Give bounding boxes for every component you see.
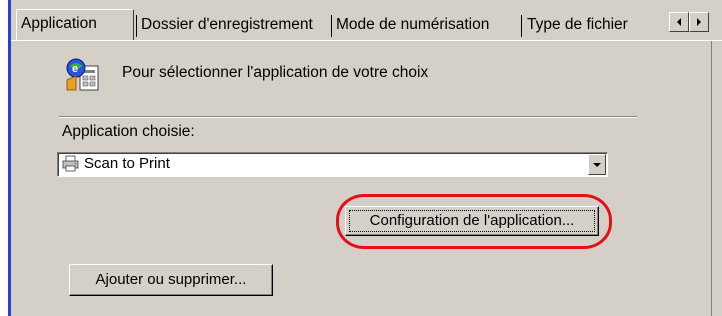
window-left-border — [0, 0, 11, 316]
arrow-left-icon — [677, 18, 681, 26]
properties-dialog: Application Dossier d'enregistrement Mod… — [11, 0, 722, 316]
application-settings-icon: e — [66, 58, 99, 91]
tab-baseline — [11, 40, 722, 41]
add-remove-button[interactable]: Ajouter ou supprimer... — [69, 264, 273, 296]
panel-right-edge — [711, 41, 712, 316]
tab-mode-numerisation[interactable]: Mode de numérisation — [336, 14, 489, 40]
tab-scroll-buttons — [669, 12, 709, 32]
app-select-combobox[interactable]: Scan to Print — [57, 152, 608, 177]
app-select-label: Application choisie: — [62, 123, 195, 140]
tab-separator — [331, 15, 332, 37]
app-select-value: Scan to Print — [84, 155, 170, 172]
tab-strip: Application Dossier d'enregistrement Mod… — [11, 0, 722, 41]
chevron-down-icon — [593, 162, 601, 167]
section-separator — [59, 116, 637, 118]
tab-type-fichier[interactable]: Type de fichier — [527, 14, 669, 40]
printer-icon — [62, 155, 79, 172]
svg-text:e: e — [72, 63, 78, 75]
tab-separator — [521, 15, 522, 37]
configure-application-button[interactable]: Configuration de l'application... — [345, 206, 599, 236]
app-select-dropdown-button[interactable] — [588, 154, 606, 175]
tab-separator — [136, 15, 137, 37]
tab-application[interactable]: Application — [16, 9, 134, 41]
tab-scroll-right-button[interactable] — [689, 12, 709, 32]
info-text: Pour sélectionner l'application de votre… — [122, 64, 429, 81]
tab-dossier-enregistrement[interactable]: Dossier d'enregistrement — [141, 14, 313, 40]
tab-scroll-left-button[interactable] — [669, 12, 689, 32]
arrow-right-icon — [697, 18, 701, 26]
